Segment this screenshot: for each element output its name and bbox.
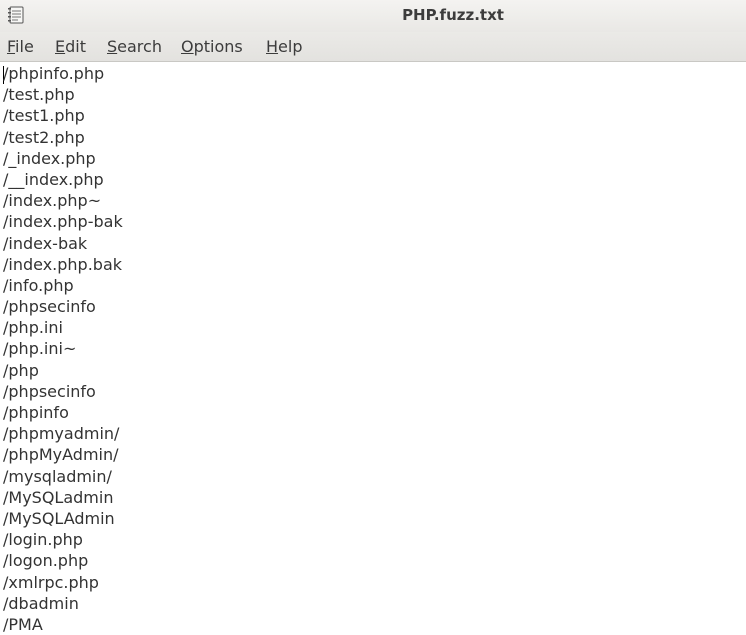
text-line: /index.php.bak [3,254,123,274]
text-line: /mysqladmin/ [3,466,112,486]
menu-bar: File Edit Search Options Help [0,32,746,62]
text-line: /dbadmin [3,593,79,613]
text-line: /PMA [3,614,43,634]
window-title: PHP.fuzz.txt [402,6,504,24]
text-line: /phpinfo.php [3,64,105,83]
text-line: /test2.php [3,127,85,147]
text-line: /xmlrpc.php [3,572,99,592]
text-line: /MySQLadmin [3,487,114,507]
text-line: /logon.php [3,551,89,571]
text-line: /phpMyAdmin/ [3,445,119,465]
text-line: /php [3,360,39,380]
text-line: /phpsecinfo [3,381,96,401]
text-line: /php.ini [3,318,63,338]
text-line: /php.ini~ [3,339,77,359]
menu-file[interactable]: File [7,37,34,56]
editor-window: PHP.fuzz.txt File Edit Search Options He… [0,0,746,635]
text-line: /index.php-bak [3,212,123,232]
text-line: /phpinfo [3,403,69,422]
text-line: /phpmyadmin/ [3,424,120,444]
menu-search[interactable]: Search [107,37,162,56]
text-lines: /phpinfo.php/test.php/test1.php/test2.ph… [3,63,123,635]
menu-help[interactable]: Help [266,37,302,56]
text-area[interactable]: /phpinfo.php/test.php/test1.php/test2.ph… [0,62,746,635]
menu-options[interactable]: Options [181,37,243,56]
menu-edit[interactable]: Edit [55,37,86,56]
text-line: /test.php [3,85,75,105]
text-line: /_index.php [3,148,96,168]
text-line: /__index.php [3,169,104,189]
text-line: /login.php [3,530,83,550]
text-line: /info.php [3,275,74,295]
title-bar[interactable]: PHP.fuzz.txt [0,0,746,32]
text-line: /test1.php [3,106,85,126]
text-line: /index-bak [3,233,88,253]
text-line: /phpsecinfo [3,297,96,317]
text-line: /index.php~ [3,191,102,211]
text-line: /MySQLAdmin [3,508,115,528]
